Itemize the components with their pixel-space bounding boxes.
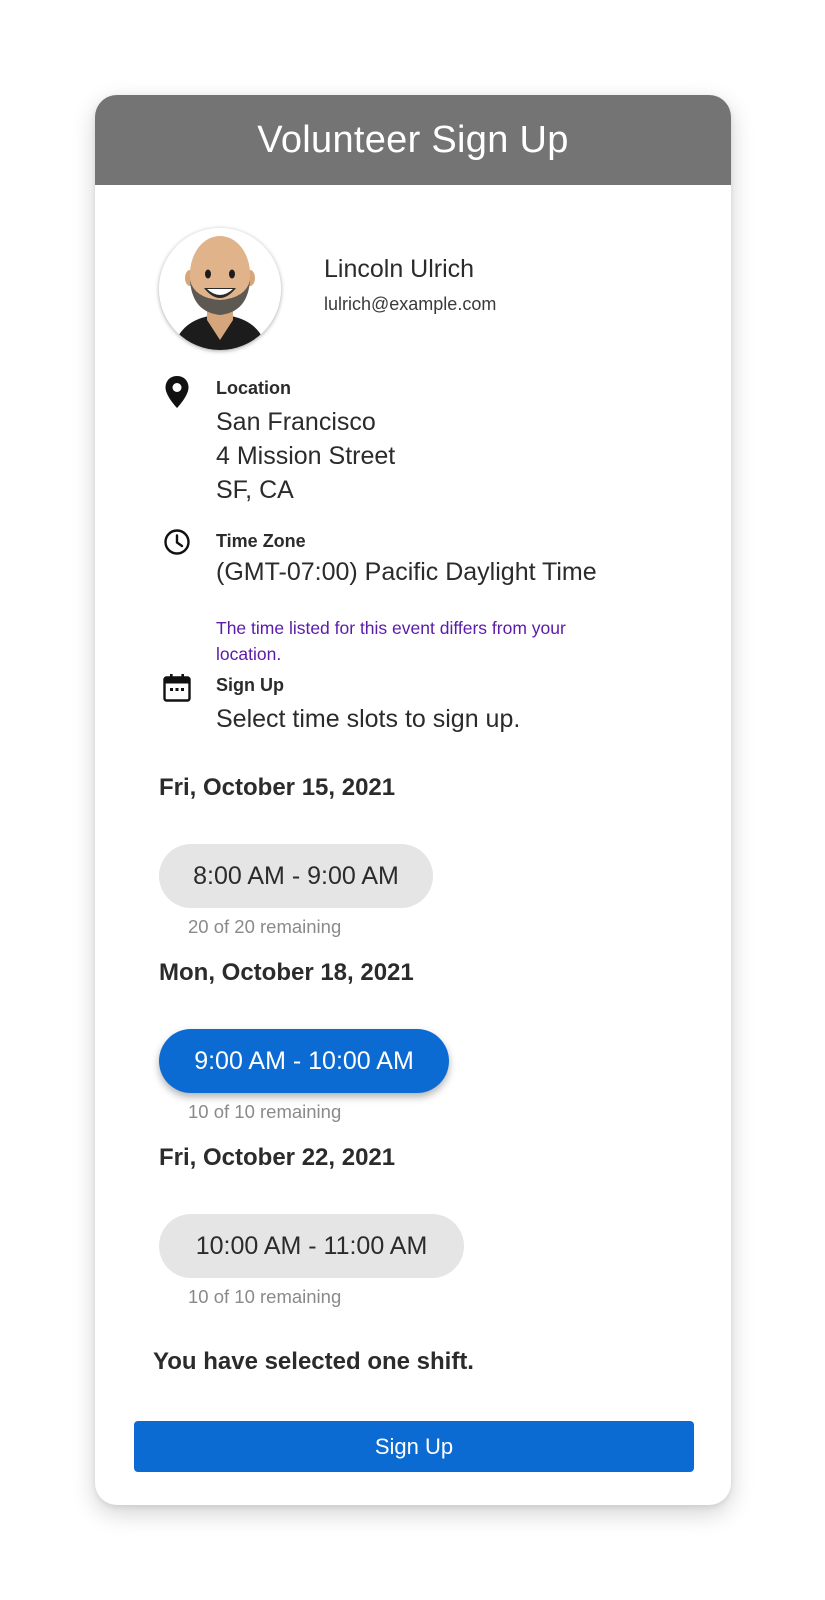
sign-up-label: Sign Up [216, 675, 284, 695]
volunteer-signup-card: Volunteer Sign Up Lincoln Ulrich lulrich… [95, 95, 731, 1505]
shift-date-heading: Fri, October 22, 2021 [159, 1144, 396, 1171]
sign-up-button[interactable]: Sign Up [134, 1421, 694, 1472]
selection-summary: You have selected one shift. [153, 1348, 474, 1375]
location-pin-icon [162, 375, 192, 408]
slot-remaining-count: 10 of 10 remaining [188, 1101, 342, 1122]
location-line-city: San Francisco [216, 408, 376, 436]
time-slot-button[interactable]: 10:00 AM - 11:00 AM [159, 1214, 464, 1278]
time-zone-value: (GMT-07:00) Pacific Daylight Time [216, 558, 597, 586]
calendar-icon [162, 673, 192, 703]
user-email: lulrich@example.com [324, 294, 497, 314]
time-slot-button[interactable]: 8:00 AM - 9:00 AM [159, 844, 433, 908]
time-slot-button-selected[interactable]: 9:00 AM - 10:00 AM [159, 1029, 449, 1093]
card-header: Volunteer Sign Up [95, 95, 731, 185]
slot-remaining-count: 20 of 20 remaining [188, 916, 342, 937]
shift-date-heading: Fri, October 15, 2021 [159, 774, 396, 801]
location-line-street: 4 Mission Street [216, 442, 396, 470]
location-value: San Francisco 4 Mission Street SF, CA [216, 405, 395, 507]
shift-date-heading: Mon, October 18, 2021 [159, 959, 414, 986]
avatar [159, 228, 281, 350]
user-name: Lincoln Ulrich [324, 255, 475, 283]
person-avatar-icon [159, 228, 281, 350]
slot-remaining-count: 10 of 10 remaining [188, 1286, 342, 1307]
sign-up-instructions: Select time slots to sign up. [216, 705, 521, 733]
time-zone-notice: The time listed for this event differs f… [216, 618, 566, 664]
clock-icon [162, 527, 192, 557]
location-label: Location [216, 378, 291, 398]
time-zone-label: Time Zone [216, 531, 306, 551]
page-title: Volunteer Sign Up [257, 118, 569, 161]
location-line-state: SF, CA [216, 476, 294, 504]
